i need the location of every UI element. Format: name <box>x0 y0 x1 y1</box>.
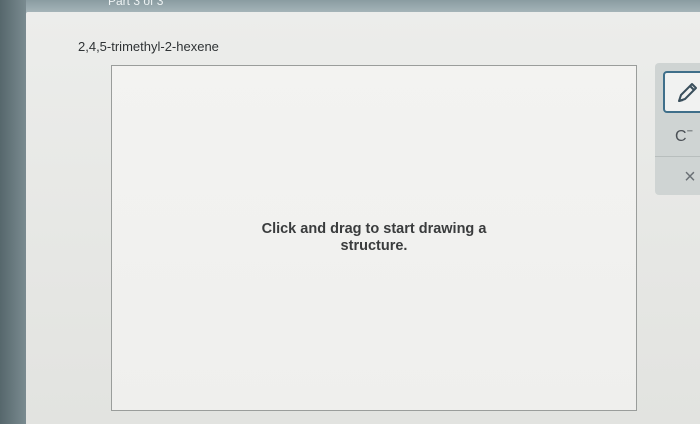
drawing-toolbar: C− × <box>655 63 700 195</box>
toolbar-divider <box>655 156 700 157</box>
canvas-prompt-line1: Click and drag to start drawing a <box>261 221 487 237</box>
charge-tool-button[interactable]: C− <box>669 118 699 146</box>
close-icon: × <box>684 166 696 188</box>
background-left-edge <box>0 0 26 424</box>
charge-icon: C− <box>675 126 693 146</box>
pencil-tool-button[interactable] <box>663 71 700 113</box>
canvas-prompt: Click and drag to start drawing a struct… <box>112 221 636 255</box>
drawing-canvas[interactable]: Click and drag to start drawing a struct… <box>111 65 637 411</box>
canvas-prompt-line2: structure. <box>340 238 408 254</box>
close-tool-button[interactable]: × <box>675 163 700 191</box>
pencil-icon <box>678 83 697 102</box>
compound-name: 2,4,5-trimethyl-2-hexene <box>78 39 219 54</box>
part-label: Part 3 of 3 <box>108 0 164 8</box>
